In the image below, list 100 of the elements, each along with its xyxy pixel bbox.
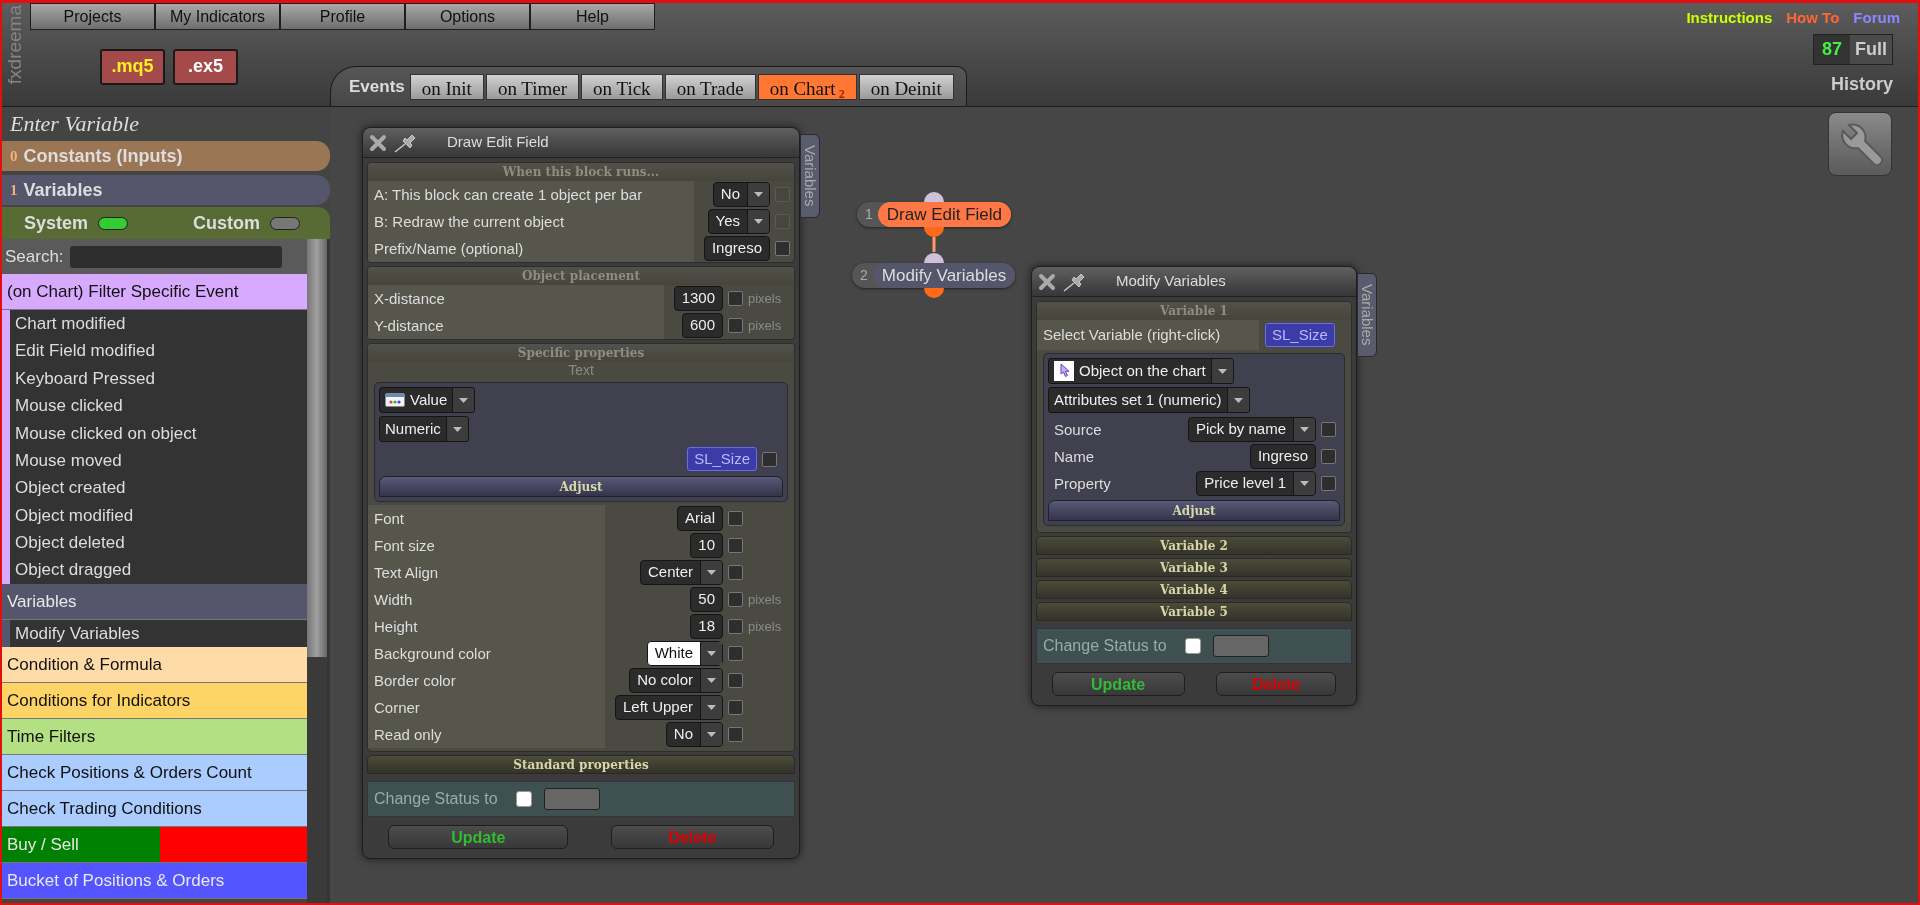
status-checkbox[interactable] bbox=[515, 791, 532, 807]
checkbox[interactable] bbox=[728, 318, 743, 333]
text-field[interactable]: 1300 bbox=[673, 286, 723, 311]
history-link[interactable]: History bbox=[1831, 71, 1893, 98]
sidebar-item[interactable]: Keyboard Pressed bbox=[2, 364, 307, 393]
event-tab[interactable]: on Tick bbox=[581, 73, 663, 100]
dropdown[interactable]: Pick by name bbox=[1187, 417, 1316, 442]
category-item[interactable]: Bucket of Positions & Orders bbox=[2, 863, 307, 899]
file-button[interactable]: .ex5 bbox=[173, 48, 238, 85]
panel-title-bar[interactable]: Modify Variables bbox=[1032, 267, 1356, 297]
sidebar-item[interactable]: Object created bbox=[2, 474, 307, 502]
checkbox[interactable] bbox=[1321, 422, 1336, 437]
dropdown[interactable]: No color bbox=[629, 668, 723, 693]
menu-item[interactable]: My Indicators bbox=[155, 3, 280, 30]
sidebar-item[interactable]: Chart modified bbox=[2, 310, 307, 338]
scrollbar-track[interactable] bbox=[307, 239, 327, 903]
header-link[interactable]: Instructions bbox=[1686, 7, 1773, 30]
status-field[interactable] bbox=[543, 788, 600, 810]
file-button[interactable]: .mq5 bbox=[100, 48, 165, 85]
toggle-switch[interactable] bbox=[98, 216, 129, 230]
category-button[interactable]: 1 Variables bbox=[2, 175, 330, 205]
event-tab[interactable]: on Trade bbox=[664, 73, 756, 100]
section-header: Object placement bbox=[368, 267, 794, 285]
dropdown[interactable]: Numeric bbox=[379, 416, 469, 442]
checkbox[interactable] bbox=[1321, 476, 1336, 491]
search-field[interactable] bbox=[69, 245, 282, 268]
category-item[interactable]: Time Filters bbox=[2, 719, 307, 755]
collapsed-section[interactable]: Variable 2 bbox=[1036, 536, 1352, 555]
dropdown[interactable]: Left Upper bbox=[614, 695, 723, 720]
category-item[interactable]: Conditions for Indicators bbox=[2, 683, 307, 719]
adjust-button[interactable]: Adjust bbox=[379, 476, 783, 497]
checkbox[interactable] bbox=[728, 592, 743, 607]
checkbox[interactable] bbox=[762, 451, 777, 467]
checkbox[interactable] bbox=[728, 291, 743, 306]
checkbox[interactable] bbox=[1321, 449, 1336, 464]
update-button[interactable]: Update bbox=[1051, 672, 1185, 696]
sidebar-item[interactable]: Mouse clicked bbox=[2, 392, 307, 420]
text-field[interactable]: Arial bbox=[677, 506, 723, 531]
menu-item[interactable]: Profile bbox=[280, 3, 405, 30]
category-item[interactable]: Check Trading Conditions bbox=[2, 791, 307, 827]
scrollbar-thumb[interactable] bbox=[307, 239, 327, 657]
sidebar-item[interactable]: Object dragged bbox=[2, 556, 307, 584]
status-checkbox[interactable] bbox=[1184, 638, 1201, 654]
category-item[interactable]: Condition & Formula bbox=[2, 647, 307, 683]
flow-node[interactable]: 2 Modify Variables bbox=[852, 263, 1016, 288]
dropdown[interactable]: Attributes set 1 (numeric) bbox=[1048, 387, 1250, 413]
panel-title-bar[interactable]: Draw Edit Field bbox=[363, 128, 799, 158]
checkbox[interactable] bbox=[728, 565, 743, 580]
menu-item[interactable]: Help bbox=[530, 3, 655, 30]
settings-button[interactable] bbox=[1828, 112, 1892, 176]
checkbox[interactable] bbox=[728, 700, 743, 715]
checkbox[interactable] bbox=[775, 241, 790, 256]
checkbox[interactable] bbox=[728, 646, 743, 661]
flow-node[interactable]: 1 Draw Edit Field bbox=[857, 202, 1012, 227]
category-item[interactable]: Buy / Sell bbox=[2, 827, 160, 863]
collapsed-section[interactable]: Variable 5 bbox=[1036, 602, 1352, 621]
dropdown[interactable]: White bbox=[646, 641, 723, 666]
category-item[interactable]: Variables bbox=[2, 583, 307, 619]
update-button[interactable]: Update bbox=[388, 825, 569, 849]
text-field[interactable]: 18 bbox=[690, 614, 723, 639]
collapsed-section[interactable]: Variable 4 bbox=[1036, 580, 1352, 599]
text-field[interactable]: Ingreso bbox=[1249, 444, 1316, 469]
dropdown[interactable]: Price level 1 bbox=[1196, 471, 1316, 496]
adjust-button[interactable]: Adjust bbox=[1048, 500, 1340, 521]
category-item[interactable]: Check Positions & Orders Count bbox=[2, 755, 307, 791]
sidebar-item[interactable]: Mouse moved bbox=[2, 446, 307, 475]
dropdown[interactable]: Value bbox=[379, 387, 476, 413]
sidebar-item[interactable]: Object modified bbox=[2, 501, 307, 530]
event-tab[interactable]: on Deinit bbox=[858, 73, 954, 100]
checkbox[interactable] bbox=[728, 727, 743, 742]
variable-chip[interactable]: SL_Size bbox=[1265, 323, 1335, 347]
toggle-switch[interactable] bbox=[270, 216, 300, 230]
event-tab[interactable]: on Init bbox=[409, 73, 484, 100]
close-icon[interactable] bbox=[369, 133, 387, 152]
status-field[interactable] bbox=[1212, 635, 1269, 657]
event-tab[interactable]: on Chart$_{2}$ bbox=[757, 73, 857, 100]
collapsed-section[interactable]: Variable 3 bbox=[1036, 558, 1352, 577]
text-field[interactable]: Ingreso bbox=[703, 236, 770, 261]
field-label: Font bbox=[368, 505, 605, 532]
text-field[interactable]: 50 bbox=[690, 587, 723, 612]
event-tab[interactable]: on Timer bbox=[485, 73, 580, 100]
text-field[interactable]: 600 bbox=[681, 313, 723, 338]
checkbox[interactable] bbox=[728, 673, 743, 688]
checkbox[interactable] bbox=[728, 538, 743, 553]
category-item[interactable]: (on Chart) Filter Specific Event bbox=[2, 274, 307, 309]
unit-label: pixels bbox=[748, 289, 782, 308]
checkbox[interactable] bbox=[728, 619, 743, 634]
sidebar-item[interactable]: Mouse clicked on object bbox=[2, 419, 307, 447]
menu-item[interactable]: Projects bbox=[30, 3, 155, 30]
menu-item[interactable]: Options bbox=[405, 3, 530, 30]
sidebar-item[interactable]: Object deleted bbox=[2, 529, 307, 557]
close-icon[interactable] bbox=[1038, 272, 1056, 291]
dropdown[interactable]: Object on the chart bbox=[1048, 358, 1234, 384]
variable-chip[interactable]: SL_Size bbox=[687, 447, 757, 471]
checkbox[interactable] bbox=[728, 511, 743, 526]
text-field[interactable]: 10 bbox=[690, 533, 723, 558]
dropdown[interactable]: No bbox=[665, 722, 723, 747]
dropdown[interactable]: Center bbox=[639, 560, 723, 585]
sidebar-item[interactable]: Edit Field modified bbox=[2, 337, 307, 365]
collapsed-section[interactable]: Standard properties bbox=[367, 755, 795, 774]
